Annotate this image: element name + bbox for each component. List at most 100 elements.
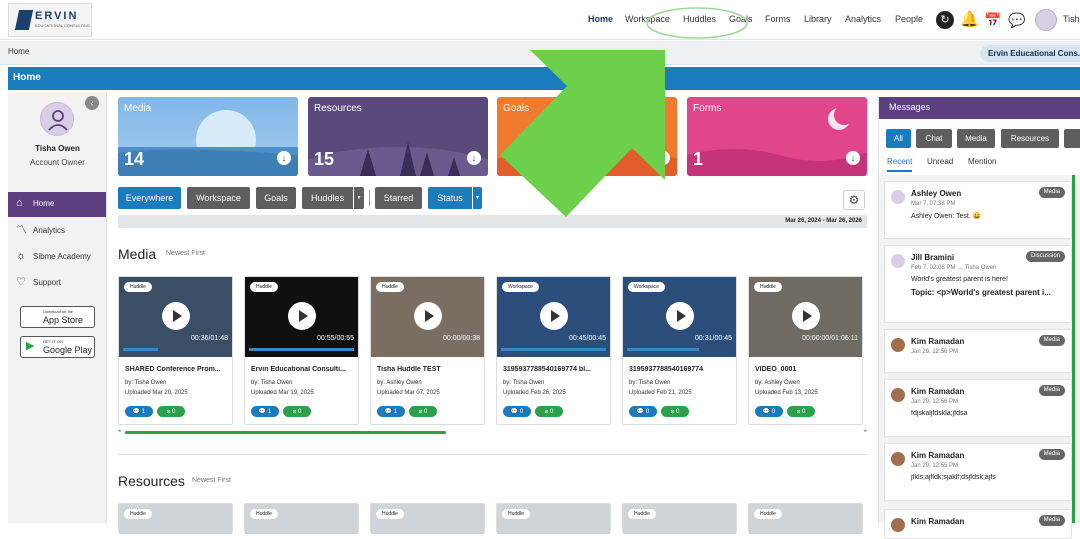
tile-media[interactable]: Media 14 ↓	[118, 97, 298, 176]
status-dropdown-chevron-icon[interactable]: ▾	[473, 187, 482, 209]
resource-thumbnail[interactable]: Huddle	[371, 504, 484, 534]
resource-thumbnail[interactable]: Huddle	[623, 504, 736, 534]
ervin-logo[interactable]: ERVIN EDUCATIONAL CONSULTING	[8, 3, 92, 37]
play-icon[interactable]	[666, 302, 694, 330]
filter-workspace-button[interactable]: Workspace	[187, 187, 250, 209]
message-item[interactable]: Kim Ramadan Media Jan 29, 12:56 PM	[884, 329, 1072, 373]
filter-goals-button[interactable]: Goals	[256, 187, 296, 209]
message-item[interactable]: Kim Ramadan Media Jan 29, 12:55 PM jfkls;aj…	[884, 443, 1072, 501]
video-thumbnail[interactable]: Huddle 00:55/00:55	[245, 277, 358, 357]
arrow-down-icon[interactable]: ↓	[846, 151, 860, 165]
resource-card[interactable]: Huddle	[118, 503, 233, 534]
huddles-dropdown-chevron-icon[interactable]: ▾	[354, 187, 364, 209]
comments-count-pill[interactable]: 💬 1	[125, 406, 153, 417]
calendar-icon[interactable]: 📅	[984, 11, 1002, 29]
play-icon[interactable]	[162, 302, 190, 330]
sidebar-item-home[interactable]: ⌂ Home	[8, 192, 106, 217]
video-thumbnail[interactable]: Huddle 00:00:00/01:06:11	[749, 277, 862, 357]
card-title[interactable]: 3195937788540169774 bl...	[503, 366, 607, 373]
resource-card[interactable]: Huddle	[244, 503, 359, 534]
play-icon[interactable]	[540, 302, 568, 330]
filter-status-button[interactable]: Status	[428, 187, 472, 209]
scrollbar-thumb[interactable]	[125, 431, 446, 434]
organization-switcher[interactable]: Ervin Educational Cons...	[980, 45, 1080, 62]
arrow-down-icon[interactable]: ↓	[656, 151, 670, 165]
media-card[interactable]: Huddle 00:00:00/01:06:11 VIDEO_0001 by: Ash…	[748, 276, 863, 425]
user-name-truncated[interactable]: Tish	[1063, 14, 1080, 24]
nav-huddles[interactable]: Huddles	[683, 14, 716, 24]
sync-icon[interactable]: ↻	[936, 11, 954, 29]
message-item[interactable]: Kim Ramadan Media Jan 29, 12:56 PM fdjskalj…	[884, 379, 1072, 437]
notifications-bell-icon[interactable]: 🔔	[960, 11, 979, 29]
card-title[interactable]: SHARED Conference Prom...	[125, 366, 229, 373]
scroll-left-icon[interactable]: ◂	[118, 428, 121, 434]
card-title[interactable]: VIDEO_0001	[755, 366, 859, 373]
nav-library[interactable]: Library	[804, 14, 832, 24]
app-store-button[interactable]: Download on the App Store	[20, 306, 95, 328]
messages-scrollbar[interactable]	[1072, 175, 1075, 523]
comments-count-pill[interactable]: 💬 0	[755, 406, 783, 417]
nav-workspace[interactable]: Workspace	[625, 14, 670, 24]
media-sort-label[interactable]: Newest First	[166, 250, 205, 257]
message-item[interactable]: Jill Bramini Discussion Feb 7, 02:08 PM → …	[884, 245, 1072, 323]
settings-gear-icon[interactable]: ⚙	[843, 190, 865, 210]
play-icon[interactable]	[288, 302, 316, 330]
tile-forms[interactable]: Forms 1 ↓	[687, 97, 867, 176]
resource-card[interactable]: Huddle	[622, 503, 737, 534]
card-title[interactable]: 3195937788540169774	[629, 366, 733, 373]
messages-tab-all[interactable]: All	[886, 129, 911, 148]
collapse-sidebar-button[interactable]: ‹	[85, 96, 99, 110]
resource-card[interactable]: Huddle	[496, 503, 611, 534]
media-card[interactable]: Workspace 00:31/00:45 3195937788540169774 b…	[622, 276, 737, 425]
tile-resources[interactable]: Resources 15 ↓	[308, 97, 488, 176]
filter-everywhere-button[interactable]: Everywhere	[118, 187, 181, 209]
sidebar-item-sibme-academy[interactable]: ☼ Sibme Academy	[8, 245, 106, 270]
breadcrumb[interactable]: Home	[8, 47, 29, 56]
user-avatar[interactable]	[1035, 9, 1057, 31]
video-thumbnail[interactable]: Huddle 00:00/00:38	[371, 277, 484, 357]
resources-sort-label[interactable]: Newest First	[192, 477, 231, 484]
video-thumbnail[interactable]: Workspace 00:45/00:45	[497, 277, 610, 357]
filter-starred-button[interactable]: Starred	[375, 187, 422, 209]
tile-goals[interactable]: Goals ↓	[497, 97, 677, 176]
messages-tab-chat[interactable]: Chat	[916, 129, 952, 148]
nav-home[interactable]: Home	[588, 14, 613, 24]
arrow-down-icon[interactable]: ↓	[467, 151, 481, 165]
nav-people[interactable]: People	[895, 14, 923, 24]
sidebar-item-support[interactable]: ♡ Support	[8, 271, 106, 296]
date-range-label[interactable]: Mar 26, 2024 - Mar 26, 2026	[118, 215, 867, 228]
resource-thumbnail[interactable]: Huddle	[749, 504, 862, 534]
resource-thumbnail[interactable]: Huddle	[497, 504, 610, 534]
resource-card[interactable]: Huddle	[748, 503, 863, 534]
media-card[interactable]: Workspace 00:45/00:45 3195937788540169774 …	[496, 276, 611, 425]
filter-huddles-button[interactable]: Huddles	[302, 187, 353, 209]
resource-card[interactable]: Huddle	[370, 503, 485, 534]
chat-bubbles-icon[interactable]: 💬	[1008, 11, 1026, 29]
arrow-down-icon[interactable]: ↓	[277, 151, 291, 165]
comments-count-pill[interactable]: 💬 1	[251, 406, 279, 417]
nav-analytics[interactable]: Analytics	[845, 14, 881, 24]
nav-forms[interactable]: Forms	[765, 14, 791, 24]
resource-thumbnail[interactable]: Huddle	[119, 504, 232, 534]
messages-tab-resources[interactable]: Resources	[1001, 129, 1059, 148]
nav-goals[interactable]: Goals	[729, 14, 753, 24]
video-thumbnail[interactable]: Huddle 00:36/01:48	[119, 277, 232, 357]
message-item[interactable]: Ashley Owen Media Mar 7, 07:38 PM Ashley Ow…	[884, 181, 1072, 239]
attachments-count-pill[interactable]: ⌀ 0	[661, 406, 689, 417]
messages-subtab-unread[interactable]: Unread	[927, 157, 953, 166]
play-icon[interactable]	[792, 302, 820, 330]
play-icon[interactable]	[414, 302, 442, 330]
messages-tab-media[interactable]: Media	[957, 129, 995, 148]
attachments-count-pill[interactable]: ⌀ 0	[283, 406, 311, 417]
card-title[interactable]: Ervin Educational Consulti...	[251, 366, 355, 373]
comments-count-pill[interactable]: 💬 0	[629, 406, 657, 417]
resource-thumbnail[interactable]: Huddle	[245, 504, 358, 534]
sidebar-item-analytics[interactable]: 〽 Analytics	[8, 219, 106, 244]
video-thumbnail[interactable]: Workspace 00:31/00:45	[623, 277, 736, 357]
attachments-count-pill[interactable]: ⌀ 0	[535, 406, 563, 417]
attachments-count-pill[interactable]: ⌀ 0	[157, 406, 185, 417]
scroll-right-icon[interactable]: ▸	[864, 428, 867, 434]
media-card[interactable]: Huddle 00:00/00:38 Tisha Huddle TEST by: As…	[370, 276, 485, 425]
comments-count-pill[interactable]: 💬 0	[503, 406, 531, 417]
media-card[interactable]: Huddle 00:36/01:48 SHARED Conference Prom.…	[118, 276, 233, 425]
